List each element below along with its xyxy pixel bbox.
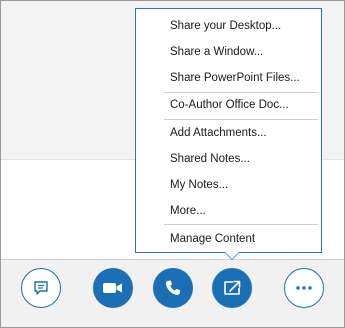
menu-item-add-attachments[interactable]: Add Attachments... (170, 126, 267, 140)
more-options-icon (295, 285, 313, 291)
menu-item-share-window[interactable]: Share a Window... (170, 45, 263, 59)
menu-item-coauthor-office-doc[interactable]: Co-Author Office Doc... (170, 98, 289, 112)
present-icon (222, 279, 242, 297)
menu-separator (164, 119, 318, 120)
menu-separator (164, 92, 318, 93)
menu-pointer-fill (225, 252, 239, 259)
menu-item-shared-notes[interactable]: Shared Notes... (170, 152, 250, 166)
present-button[interactable] (212, 268, 252, 308)
chat-icon (32, 279, 50, 297)
im-button[interactable] (21, 268, 61, 308)
menu-item-share-desktop[interactable]: Share your Desktop... (170, 19, 281, 33)
phone-icon (164, 279, 182, 297)
video-button[interactable] (93, 268, 133, 308)
present-menu: Share your Desktop... Share a Window... … (135, 8, 322, 253)
menu-separator (164, 224, 318, 225)
call-button[interactable] (153, 268, 193, 308)
menu-item-share-powerpoint[interactable]: Share PowerPoint Files... (170, 71, 300, 85)
more-options-button[interactable] (284, 268, 324, 308)
menu-item-my-notes[interactable]: My Notes... (170, 178, 228, 192)
menu-item-manage-content[interactable]: Manage Content (170, 232, 255, 246)
video-icon (102, 280, 124, 296)
menu-item-more[interactable]: More... (170, 204, 206, 218)
